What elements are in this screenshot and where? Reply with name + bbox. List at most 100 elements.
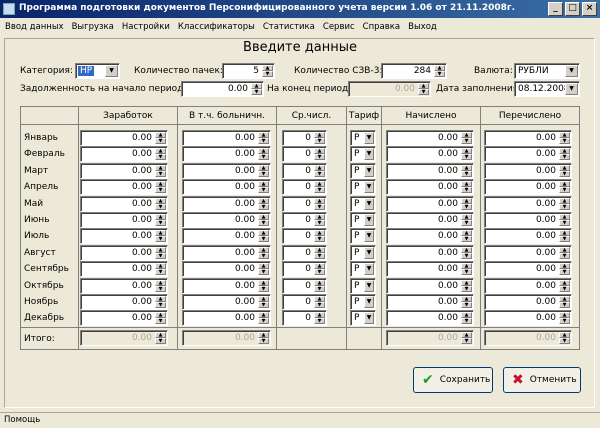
spin-icon[interactable]: ▲ ▼ (314, 263, 325, 275)
spin-icon[interactable]: ▲ ▼ (559, 230, 570, 242)
spin-icon[interactable]: ▲ ▼ (559, 148, 570, 160)
avg-field[interactable]: 0 ▲ ▼ (282, 196, 327, 212)
spin-icon[interactable]: ▲ ▼ (559, 132, 570, 144)
chevron-down-icon[interactable]: ▼ (364, 296, 374, 308)
spin-icon[interactable]: ▲ ▼ (314, 148, 325, 160)
spin-icon[interactable]: ▲ ▼ (461, 198, 472, 210)
earnings-field[interactable]: 0.00 ▲ ▼ (80, 179, 168, 195)
accrued-field[interactable]: 0.00 ▲ ▼ (386, 146, 474, 162)
earnings-field[interactable]: 0.00 ▲ ▼ (80, 163, 168, 179)
sick-field[interactable]: 0.00 ▲ ▼ (182, 294, 271, 310)
spin-icon[interactable]: ▲ ▼ (155, 181, 166, 193)
accrued-field[interactable]: 0.00 ▲ ▼ (386, 228, 474, 244)
tariff-select[interactable]: Р ▼ (350, 261, 376, 277)
accrued-field[interactable]: 0.00 ▲ ▼ (386, 245, 474, 261)
spin-icon[interactable]: ▲ ▼ (155, 148, 166, 160)
spin-icon[interactable]: ▲ ▼ (258, 181, 269, 193)
maximize-button[interactable]: □ (565, 2, 580, 16)
menu-statistics[interactable]: Статистика (258, 19, 318, 36)
menu-data-entry[interactable]: Ввод данных (0, 19, 67, 36)
accrued-field[interactable]: 0.00 ▲ ▼ (386, 294, 474, 310)
spin-icon[interactable]: ▲ ▼ (258, 280, 269, 292)
spin-icon[interactable]: ▲ ▼ (461, 263, 472, 275)
transferred-field[interactable]: 0.00 ▲ ▼ (484, 245, 572, 261)
category-select[interactable]: НР ▼ (75, 63, 120, 79)
spin-icon[interactable]: ▲ ▼ (314, 296, 325, 308)
avg-field[interactable]: 0 ▲ ▼ (282, 163, 327, 179)
earnings-field[interactable]: 0.00 ▲ ▼ (80, 310, 168, 326)
spin-icon[interactable]: ▲ ▼ (258, 165, 269, 177)
sick-field[interactable]: 0.00 ▲ ▼ (182, 212, 271, 228)
earnings-field[interactable]: 0.00 ▲ ▼ (80, 278, 168, 294)
spin-icon[interactable]: ▲ ▼ (559, 165, 570, 177)
chevron-down-icon[interactable]: ▼ (364, 165, 374, 177)
transferred-field[interactable]: 0.00 ▲ ▼ (484, 310, 572, 326)
spin-icon[interactable]: ▲ ▼ (434, 65, 445, 77)
spin-icon[interactable]: ▲ ▼ (262, 65, 273, 77)
spin-icon[interactable]: ▲ ▼ (461, 181, 472, 193)
spin-icon[interactable]: ▲ ▼ (314, 247, 325, 259)
spin-icon[interactable]: ▲ ▼ (314, 214, 325, 226)
tariff-select[interactable]: Р ▼ (350, 179, 376, 195)
spin-icon[interactable]: ▲ ▼ (258, 132, 269, 144)
spin-icon[interactable]: ▲ ▼ (155, 312, 166, 324)
szv-stepper[interactable]: 284 ▲ ▼ (381, 63, 447, 79)
sick-field[interactable]: 0.00 ▲ ▼ (182, 196, 271, 212)
spin-icon[interactable]: ▲ ▼ (461, 296, 472, 308)
spin-icon[interactable]: ▲ ▼ (258, 247, 269, 259)
spin-icon[interactable]: ▲ ▼ (461, 280, 472, 292)
chevron-down-icon[interactable]: ▼ (364, 214, 374, 226)
tariff-select[interactable]: Р ▼ (350, 245, 376, 261)
menu-exit[interactable]: Выход (403, 19, 440, 36)
menu-settings[interactable]: Настройки (117, 19, 173, 36)
spin-icon[interactable]: ▲ ▼ (559, 296, 570, 308)
spin-icon[interactable]: ▲ ▼ (155, 263, 166, 275)
avg-field[interactable]: 0 ▲ ▼ (282, 130, 327, 146)
spin-icon[interactable]: ▲ ▼ (461, 214, 472, 226)
accrued-field[interactable]: 0.00 ▲ ▼ (386, 163, 474, 179)
spin-icon[interactable]: ▲ ▼ (314, 280, 325, 292)
close-button[interactable]: × (582, 2, 597, 16)
accrued-field[interactable]: 0.00 ▲ ▼ (386, 179, 474, 195)
chevron-down-icon[interactable]: ▼ (364, 148, 374, 160)
transferred-field[interactable]: 0.00 ▲ ▼ (484, 278, 572, 294)
spin-icon[interactable]: ▲ ▼ (314, 181, 325, 193)
accrued-field[interactable]: 0.00 ▲ ▼ (386, 310, 474, 326)
earnings-field[interactable]: 0.00 ▲ ▼ (80, 228, 168, 244)
chevron-down-icon[interactable]: ▼ (364, 263, 374, 275)
spin-icon[interactable]: ▲ ▼ (314, 230, 325, 242)
spin-icon[interactable]: ▲ ▼ (258, 230, 269, 242)
tariff-select[interactable]: Р ▼ (350, 278, 376, 294)
transferred-field[interactable]: 0.00 ▲ ▼ (484, 212, 572, 228)
menu-classifiers[interactable]: Классификаторы (173, 19, 258, 36)
chevron-down-icon[interactable]: ▼ (364, 312, 374, 324)
spin-icon[interactable]: ▲ ▼ (155, 280, 166, 292)
debt-start-stepper[interactable]: 0.00 ▲ ▼ (181, 81, 264, 97)
sick-field[interactable]: 0.00 ▲ ▼ (182, 163, 271, 179)
spin-icon[interactable]: ▲ ▼ (155, 247, 166, 259)
spin-icon[interactable]: ▲ ▼ (258, 296, 269, 308)
spin-icon[interactable]: ▲ ▼ (258, 312, 269, 324)
accrued-field[interactable]: 0.00 ▲ ▼ (386, 212, 474, 228)
spin-icon[interactable]: ▲ ▼ (559, 181, 570, 193)
avg-field[interactable]: 0 ▲ ▼ (282, 245, 327, 261)
sick-field[interactable]: 0.00 ▲ ▼ (182, 228, 271, 244)
sick-field[interactable]: 0.00 ▲ ▼ (182, 278, 271, 294)
spin-icon[interactable]: ▲ ▼ (155, 165, 166, 177)
avg-field[interactable]: 0 ▲ ▼ (282, 146, 327, 162)
accrued-field[interactable]: 0.00 ▲ ▼ (386, 278, 474, 294)
chevron-down-icon[interactable]: ▼ (105, 65, 118, 77)
avg-field[interactable]: 0 ▲ ▼ (282, 278, 327, 294)
spin-icon[interactable]: ▲ ▼ (155, 132, 166, 144)
accrued-field[interactable]: 0.00 ▲ ▼ (386, 196, 474, 212)
avg-field[interactable]: 0 ▲ ▼ (282, 261, 327, 277)
avg-field[interactable]: 0 ▲ ▼ (282, 212, 327, 228)
spin-icon[interactable]: ▲ ▼ (461, 132, 472, 144)
avg-field[interactable]: 0 ▲ ▼ (282, 179, 327, 195)
spin-icon[interactable]: ▲ ▼ (155, 230, 166, 242)
sick-field[interactable]: 0.00 ▲ ▼ (182, 310, 271, 326)
spin-icon[interactable]: ▲ ▼ (559, 214, 570, 226)
transferred-field[interactable]: 0.00 ▲ ▼ (484, 163, 572, 179)
earnings-field[interactable]: 0.00 ▲ ▼ (80, 130, 168, 146)
spin-icon[interactable]: ▲ ▼ (559, 198, 570, 210)
